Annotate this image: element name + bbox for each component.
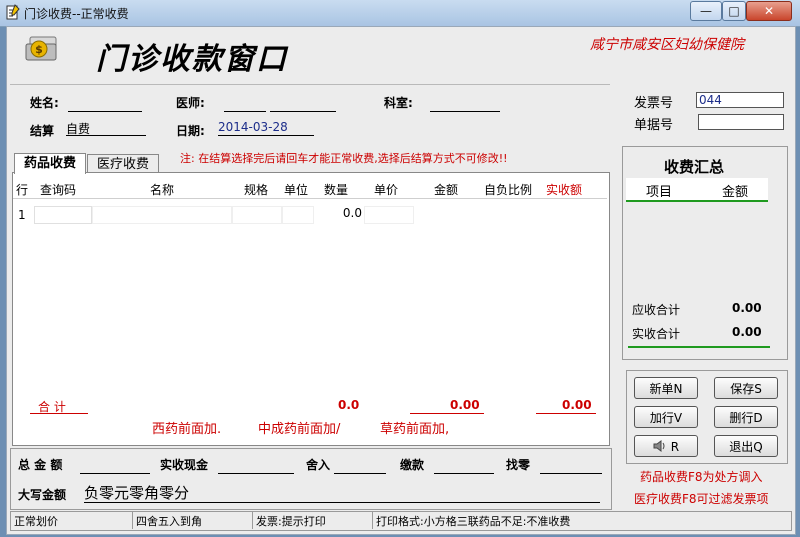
receivable-value: 0.00 (732, 301, 762, 315)
settle-field[interactable]: 自费 (66, 120, 146, 136)
add-line-button[interactable]: 加行V (634, 406, 698, 428)
status-invoice: 发票:提示打印 (256, 515, 326, 528)
hint-patent: 中成药前面加/ (258, 422, 341, 437)
new-button[interactable]: 新单N (634, 377, 698, 399)
hint-prescription: 药品收费F8为处方调入 (640, 470, 763, 484)
name-label: 姓名: (30, 96, 59, 110)
cash-register-icon: $ (22, 34, 60, 64)
spec-cell (232, 206, 282, 224)
change-label: 找零 (506, 458, 531, 472)
speaker-button[interactable]: R (634, 435, 698, 457)
change-field (540, 458, 602, 474)
status-divider (372, 511, 373, 529)
name-field[interactable] (68, 96, 142, 112)
col-name: 名称 (150, 183, 175, 197)
col-self-ratio: 自负比例 (484, 183, 533, 197)
delete-line-button[interactable]: 删行D (714, 406, 778, 428)
summary-title: 收费汇总 (664, 158, 725, 176)
date-value: 2014-03-28 (218, 120, 288, 134)
invoice-field[interactable]: 044 (696, 92, 784, 108)
caps-label: 大写金额 (18, 488, 67, 502)
received-value: 0.00 (732, 325, 762, 339)
total-amount: 0.00 (450, 398, 480, 412)
col-query-code: 查询码 (40, 183, 77, 197)
invoice-label: 发票号 (634, 96, 674, 111)
settle-label: 结算 (30, 124, 55, 138)
total-label-underline (30, 413, 88, 414)
price-cell (364, 206, 414, 224)
paid-label: 缴款 (400, 458, 425, 472)
summary-col-amount: 金额 (722, 185, 749, 200)
minimize-button[interactable]: — (690, 1, 722, 21)
svg-text:$: $ (35, 43, 43, 56)
window-title: 门诊收费--正常收费 (24, 7, 129, 21)
caps-value: 负零元零角零分 (84, 482, 600, 503)
speaker-icon (653, 437, 667, 459)
total-amount-label: 总 金 额 (18, 458, 63, 472)
hospital-name: 咸宁市咸安区妇幼保健院 (590, 37, 744, 53)
receivable-label: 应收合计 (632, 303, 681, 317)
invoice-value: 044 (699, 93, 722, 107)
date-field[interactable]: 2014-03-28 (218, 120, 314, 136)
col-price: 单价 (374, 183, 399, 197)
cash-field[interactable] (218, 458, 294, 474)
close-button[interactable]: ✕ (746, 1, 792, 21)
tab-drug-fee[interactable]: 药品收费 (14, 153, 86, 174)
notepad-icon (6, 4, 20, 20)
doctor-label: 医师: (176, 96, 205, 110)
total-actual-underline (536, 413, 596, 414)
receipt-label: 单据号 (634, 118, 674, 133)
save-button[interactable]: 保存S (714, 377, 778, 399)
doctor-name-field[interactable] (270, 96, 336, 112)
status-divider (132, 511, 133, 529)
header-divider (10, 84, 610, 85)
notice-text: 注: 在结算选择完后请回车才能正常收费,选择后结算方式不可修改!! (180, 152, 508, 165)
total-amount-field (80, 458, 150, 474)
settle-value: 自费 (66, 122, 91, 136)
round-label: 舍入 (306, 458, 331, 472)
status-pricing: 正常划价 (14, 515, 58, 528)
qty-cell[interactable]: 0.0 (314, 206, 362, 222)
paid-field[interactable] (434, 458, 494, 474)
maximize-button[interactable]: □ (722, 1, 746, 21)
header-rule (13, 198, 607, 199)
cash-label: 实收现金 (160, 458, 209, 472)
app-title: 门诊收款窗口 (96, 42, 288, 77)
status-print-format: 打印格式:小方格三联药品不足:不准收费 (376, 515, 571, 528)
name-cell[interactable] (92, 206, 232, 224)
speaker-label: R (670, 440, 680, 454)
col-spec: 规格 (244, 183, 269, 197)
row-line-number: 1 (18, 208, 26, 222)
unit-cell (282, 206, 314, 224)
round-field (334, 458, 386, 474)
dept-label: 科室: (384, 96, 413, 110)
col-unit: 单位 (284, 183, 309, 197)
col-line: 行 (16, 183, 29, 197)
hint-herbal: 草药前面加, (380, 422, 450, 437)
tab-medical-fee[interactable]: 医疗收费 (87, 154, 159, 174)
status-divider (252, 511, 253, 529)
query-code-input[interactable] (34, 206, 92, 224)
received-label: 实收合计 (632, 327, 681, 341)
date-label: 日期: (176, 124, 205, 138)
col-amount: 金额 (434, 183, 459, 197)
hint-filter: 医疗收费F8可过滤发票项 (634, 492, 769, 506)
total-amount-underline (410, 413, 484, 414)
status-rounding: 四舍五入到角 (136, 515, 202, 528)
total-qty: 0.0 (338, 398, 360, 412)
summary-col-item: 项目 (646, 185, 673, 200)
receipt-field[interactable] (698, 114, 784, 130)
summary-rule (628, 346, 770, 348)
col-actual: 实收额 (546, 183, 583, 197)
exit-button[interactable]: 退出Q (714, 435, 778, 457)
doctor-code-field[interactable] (224, 96, 266, 112)
dept-field[interactable] (430, 96, 500, 112)
total-actual: 0.00 (562, 398, 592, 412)
hint-western: 西药前面加. (152, 422, 222, 437)
col-qty: 数量 (324, 183, 349, 197)
